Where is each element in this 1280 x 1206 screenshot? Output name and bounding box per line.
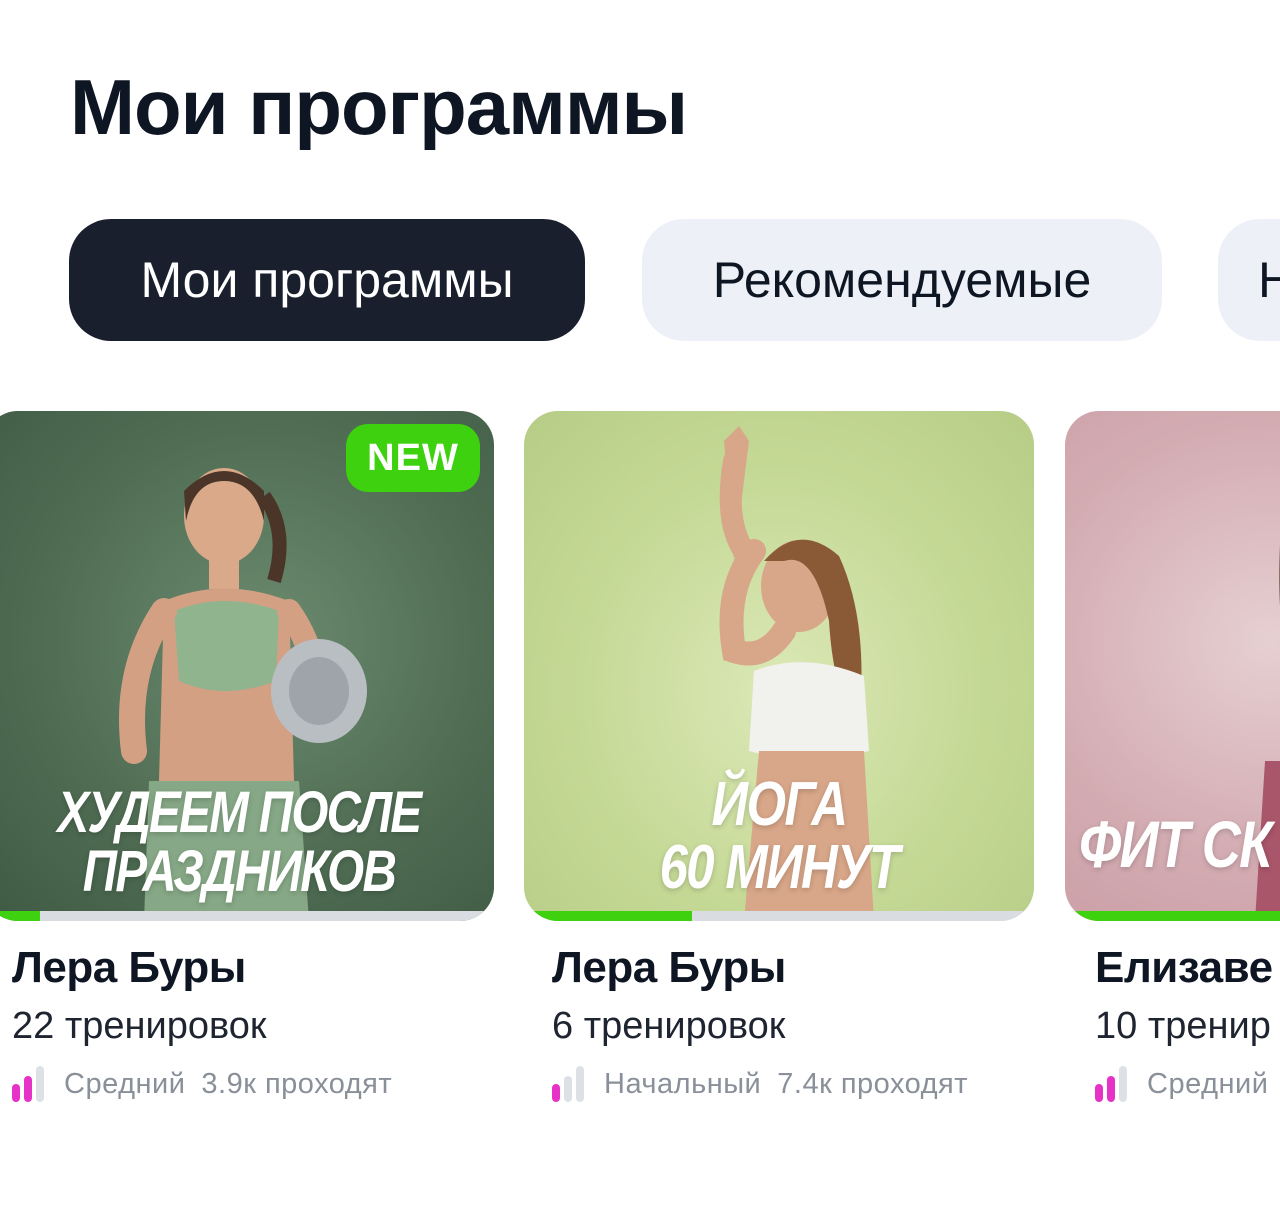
participants-count: 3.9к проходят [201, 1067, 393, 1100]
program-meta: Средний [1065, 1066, 1280, 1102]
program-card[interactable]: NEW ХУДЕЕМ ПОСЛЕ ПРАЗДНИКОВ Лера Буры 22… [0, 411, 494, 1102]
cover-title: ХУДЕЕМ ПОСЛЕ ПРАЗДНИКОВ [30, 783, 448, 901]
workouts-count: 6 тренировок [552, 1005, 786, 1047]
program-cover-image[interactable]: ФИТ СК [1065, 411, 1280, 921]
program-cover-image[interactable]: ЙОГА 60 МИНУТ [524, 411, 1034, 921]
level-bars-icon [552, 1066, 586, 1102]
tab-recommended[interactable]: Рекомендуемые [642, 219, 1162, 341]
level-label: Средний [64, 1067, 186, 1100]
cover-title-line: ПРАЗДНИКОВ [82, 839, 397, 905]
level-bars-icon [1095, 1066, 1129, 1102]
level-bars-icon [12, 1066, 46, 1102]
program-meta: Начальный 7.4к проходят [524, 1066, 1034, 1102]
program-meta: Средний 3.9к проходят [0, 1066, 494, 1102]
progress-fill [1065, 911, 1280, 921]
program-card[interactable]: ЙОГА 60 МИНУТ Лера Буры 6 тренировок Нач… [524, 411, 1034, 1102]
participants-count: 7.4к проходят [777, 1067, 969, 1100]
program-cover-image[interactable]: NEW ХУДЕЕМ ПОСЛЕ ПРАЗДНИКОВ [0, 411, 494, 921]
tab-next[interactable]: Н [1218, 219, 1280, 341]
cover-title-line: ХУДЕЕМ ПОСЛЕ [57, 780, 422, 845]
cover-title: ФИТ СК [1079, 807, 1280, 881]
trainer-name: Лера Буры [12, 943, 246, 992]
program-tabs: Мои программы Рекомендуемые Н [69, 219, 1280, 341]
workouts-count: 22 тренировок [12, 1005, 267, 1047]
progress-fill [0, 911, 41, 921]
tab-my-programs[interactable]: Мои программы [69, 219, 585, 341]
program-cards-carousel[interactable]: NEW ХУДЕЕМ ПОСЛЕ ПРАЗДНИКОВ Лера Буры 22… [0, 411, 1280, 1131]
cover-title-line: 60 МИНУТ [659, 833, 900, 903]
new-badge: NEW [346, 424, 480, 492]
level-label: Средний [1147, 1067, 1269, 1100]
page-title: Мои программы [70, 63, 688, 151]
progress-bar [1065, 911, 1280, 921]
progress-bar [0, 911, 494, 921]
progress-fill [524, 911, 693, 921]
cover-title: ЙОГА 60 МИНУТ [570, 770, 988, 903]
cover-title-line: ЙОГА [711, 770, 849, 839]
trainer-name: Елизаве [1095, 943, 1273, 992]
level-label: Начальный [604, 1067, 762, 1100]
trainer-name: Лера Буры [552, 943, 786, 992]
workouts-count: 10 тренир [1095, 1005, 1271, 1047]
program-card[interactable]: ФИТ СК Елизаве 10 тренир Средний [1065, 411, 1280, 1102]
cover-title-line: ФИТ СК [1079, 807, 1272, 881]
progress-bar [524, 911, 1034, 921]
programs-screen: Мои программы Мои программы Рекомендуемы… [0, 0, 1280, 1206]
